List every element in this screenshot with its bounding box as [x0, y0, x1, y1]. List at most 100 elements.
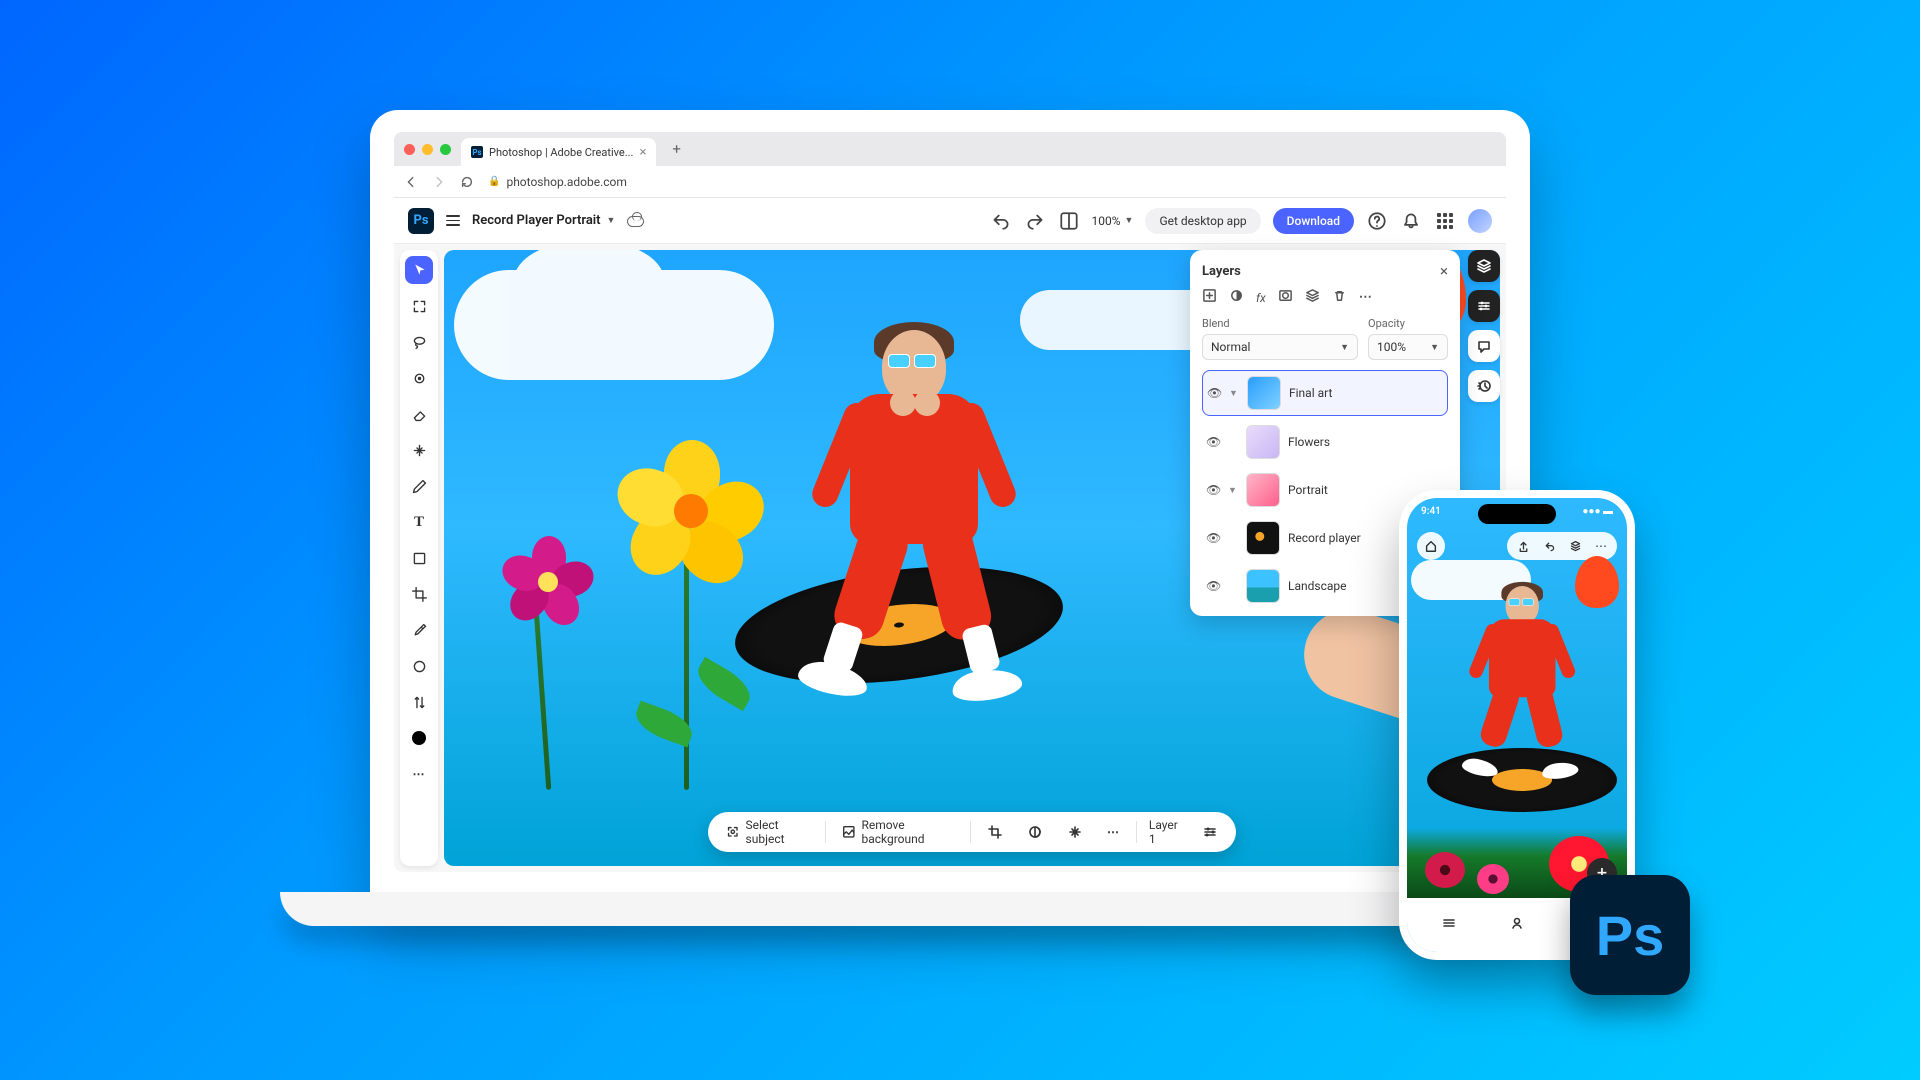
- laptop-frame: Ps Photoshop | Adobe Creative... × + 🔒 p…: [370, 110, 1530, 910]
- close-tab-icon[interactable]: ×: [639, 145, 646, 160]
- close-panel-icon[interactable]: ×: [1440, 262, 1448, 280]
- layer-visibility-icon[interactable]: 👁: [1206, 483, 1220, 497]
- remove-background-button[interactable]: Remove background: [834, 814, 962, 850]
- help-icon[interactable]: [1366, 210, 1388, 232]
- get-desktop-button[interactable]: Get desktop app: [1145, 208, 1260, 234]
- layer-fx-icon[interactable]: fx: [1256, 291, 1266, 305]
- phone-toolbar: ⋯: [1417, 532, 1617, 560]
- notifications-icon[interactable]: [1400, 210, 1422, 232]
- lasso-tool-icon[interactable]: [405, 328, 433, 356]
- more-tools-icon[interactable]: ⋯: [405, 760, 433, 788]
- layout-toggle-icon[interactable]: [1058, 210, 1080, 232]
- menu-icon[interactable]: [446, 215, 460, 226]
- phone-undo-icon[interactable]: [1539, 536, 1559, 556]
- phone-share-icon[interactable]: [1513, 536, 1533, 556]
- nav-back-icon[interactable]: [404, 175, 418, 189]
- layer-visibility-icon[interactable]: 👁: [1206, 435, 1220, 449]
- layer-group-icon[interactable]: [1305, 288, 1320, 307]
- opacity-select[interactable]: 100%▼: [1368, 334, 1448, 360]
- shape-tool-icon[interactable]: [405, 544, 433, 572]
- brush-tool-icon[interactable]: [405, 364, 433, 392]
- more-layer-actions-icon[interactable]: ⋯: [1359, 290, 1373, 305]
- layer-row[interactable]: 👁 ▼ Final art: [1202, 370, 1448, 416]
- canvas-art: [454, 270, 774, 380]
- layer-thumbnail: [1246, 521, 1280, 555]
- user-avatar[interactable]: [1468, 209, 1492, 233]
- browser-tabstrip: Ps Photoshop | Adobe Creative... × +: [394, 132, 1506, 166]
- select-subject-button[interactable]: Select subject: [718, 814, 817, 850]
- workspace: T ⋯: [394, 244, 1506, 872]
- delete-layer-icon[interactable]: [1332, 288, 1347, 307]
- layer-visibility-icon[interactable]: 👁: [1206, 531, 1220, 545]
- remove-bg-icon: [842, 824, 856, 840]
- address-field[interactable]: 🔒 photoshop.adobe.com: [488, 175, 627, 189]
- phone-status-icons: ●●● ▬: [1582, 506, 1613, 517]
- adjustment-layer-icon[interactable]: [1229, 288, 1244, 307]
- phone-more-icon[interactable]: ⋯: [1591, 536, 1611, 556]
- chevron-down-icon[interactable]: ▼: [1229, 388, 1239, 399]
- cloud-sync-icon[interactable]: [627, 216, 644, 227]
- nav-forward-icon[interactable]: [432, 175, 446, 189]
- history-panel-icon[interactable]: [1468, 370, 1500, 402]
- new-tab-button[interactable]: +: [672, 140, 681, 158]
- close-window-icon[interactable]: [404, 144, 415, 155]
- layers-panel-title: Layers: [1202, 264, 1241, 279]
- right-panel-strip: [1468, 250, 1500, 402]
- eraser-tool-icon[interactable]: [405, 400, 433, 428]
- app-logo[interactable]: Ps: [408, 208, 434, 234]
- reload-icon[interactable]: [460, 175, 474, 189]
- document-title[interactable]: Record Player Portrait ▼: [472, 213, 615, 228]
- layer-mask-icon[interactable]: [1278, 288, 1293, 307]
- phone-tab-item[interactable]: [1441, 915, 1457, 935]
- app-header: Ps Record Player Portrait ▼ 100%▼ Get de…: [394, 198, 1506, 244]
- color-swatch[interactable]: [405, 724, 433, 752]
- layers-panel-toggle-icon[interactable]: [1468, 250, 1500, 282]
- adjust-quick-icon[interactable]: [1019, 820, 1051, 844]
- browser-urlbar: 🔒 photoshop.adobe.com: [394, 166, 1506, 198]
- ellipse-tool-icon[interactable]: [405, 652, 433, 680]
- phone-layers-icon[interactable]: [1565, 536, 1585, 556]
- crop-quick-icon[interactable]: [979, 820, 1011, 844]
- chevron-down-icon[interactable]: ▼: [1228, 485, 1238, 496]
- blend-label: Blend: [1202, 317, 1358, 330]
- maximize-window-icon[interactable]: [440, 144, 451, 155]
- opacity-label: Opacity: [1368, 317, 1448, 330]
- layer-visibility-icon[interactable]: 👁: [1207, 386, 1221, 400]
- selection-tool-icon[interactable]: [405, 292, 433, 320]
- zoom-select[interactable]: 100%▼: [1092, 214, 1134, 228]
- comments-panel-icon[interactable]: [1468, 330, 1500, 362]
- context-taskbar: Select subject Remove background ⋯ Layer…: [708, 812, 1236, 852]
- layer-visibility-icon[interactable]: 👁: [1206, 579, 1220, 593]
- phone-tab-item[interactable]: [1509, 915, 1525, 935]
- phone-statusbar: 9:41 ●●● ▬: [1421, 506, 1613, 517]
- arrange-tool-icon[interactable]: [405, 688, 433, 716]
- pen-tool-icon[interactable]: [405, 472, 433, 500]
- redo-icon[interactable]: [1024, 210, 1046, 232]
- undo-icon[interactable]: [990, 210, 1012, 232]
- add-layer-icon[interactable]: [1202, 288, 1217, 307]
- blend-mode-select[interactable]: Normal▼: [1202, 334, 1358, 360]
- select-subject-icon: [726, 824, 740, 840]
- browser-window: Ps Photoshop | Adobe Creative... × + 🔒 p…: [394, 132, 1506, 872]
- properties-quick-icon[interactable]: [1194, 820, 1226, 844]
- chevron-down-icon: ▼: [1125, 215, 1134, 226]
- more-quick-icon[interactable]: ⋯: [1099, 821, 1128, 843]
- sparkle-tool-icon[interactable]: [405, 436, 433, 464]
- phone-time: 9:41: [1421, 506, 1441, 517]
- layer-row[interactable]: 👁 Flowers: [1202, 420, 1448, 464]
- browser-tab[interactable]: Ps Photoshop | Adobe Creative... ×: [461, 138, 656, 166]
- chevron-down-icon: ▼: [607, 215, 616, 226]
- phone-home-icon[interactable]: [1417, 532, 1445, 560]
- apps-grid-icon[interactable]: [1434, 210, 1456, 232]
- properties-panel-toggle-icon[interactable]: [1468, 290, 1500, 322]
- effects-quick-icon[interactable]: [1059, 820, 1091, 844]
- minimize-window-icon[interactable]: [422, 144, 433, 155]
- download-button[interactable]: Download: [1273, 208, 1354, 234]
- move-tool-icon[interactable]: [405, 256, 433, 284]
- url-text: photoshop.adobe.com: [506, 175, 626, 189]
- eyedropper-tool-icon[interactable]: [405, 616, 433, 644]
- type-tool-icon[interactable]: T: [405, 508, 433, 536]
- canvas-art: [1575, 556, 1619, 608]
- window-controls[interactable]: [404, 144, 451, 155]
- crop-tool-icon[interactable]: [405, 580, 433, 608]
